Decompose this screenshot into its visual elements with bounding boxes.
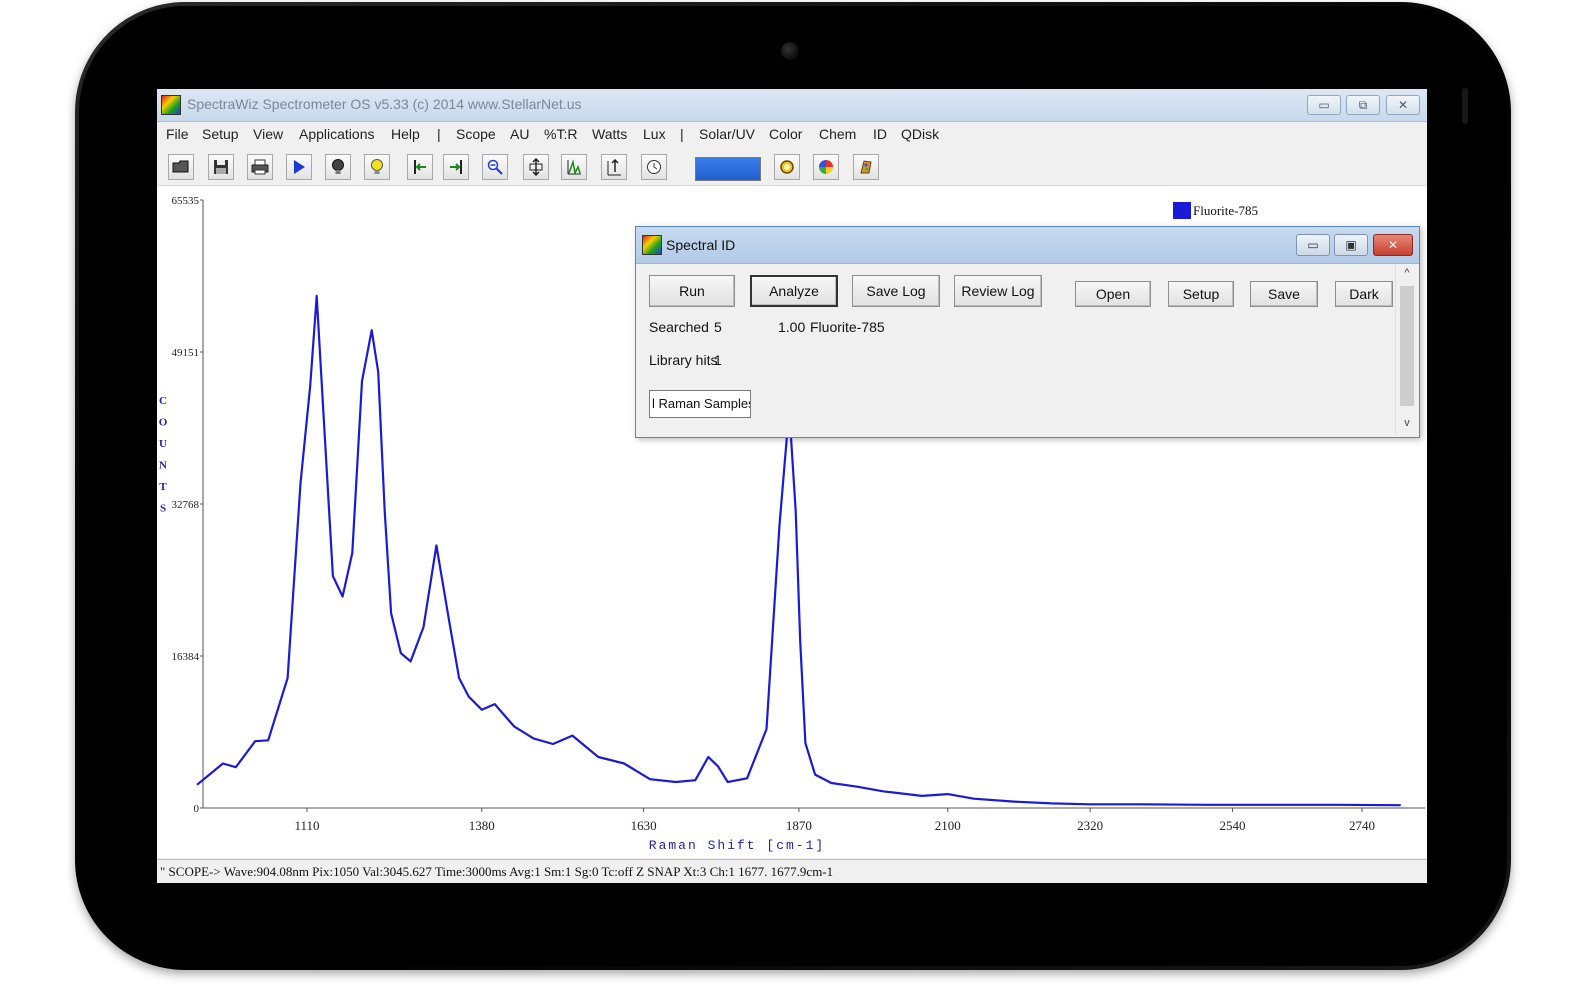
spectrawiz-logo-icon bbox=[161, 95, 181, 115]
menu-view[interactable]: View bbox=[253, 126, 283, 142]
legend-swatch bbox=[1173, 202, 1191, 219]
dialog-restore-button[interactable]: ▣ bbox=[1334, 234, 1368, 256]
menu-separator: | bbox=[680, 126, 684, 142]
run-button[interactable]: Run bbox=[649, 275, 735, 307]
x-tick-label: 2100 bbox=[935, 818, 961, 833]
y-axis-label-letter: C bbox=[159, 395, 167, 407]
library-field[interactable]: l Raman Samples bbox=[649, 390, 751, 418]
dialog-minimize-button[interactable]: ▭ bbox=[1296, 234, 1330, 256]
dialog-close-button[interactable]: ✕ bbox=[1373, 234, 1413, 256]
library-hits-value: 1 bbox=[714, 352, 722, 368]
dark-button[interactable]: Dark bbox=[1335, 281, 1393, 307]
scroll-thumb[interactable] bbox=[1400, 286, 1414, 406]
menu-scope[interactable]: Scope bbox=[456, 126, 496, 142]
open-folder-icon[interactable] bbox=[168, 154, 194, 180]
save-disk-icon[interactable] bbox=[208, 154, 234, 180]
x-tick-label: 2740 bbox=[1349, 818, 1375, 833]
x-tick-label: 2540 bbox=[1220, 818, 1246, 833]
scroll-down-icon[interactable]: v bbox=[1396, 414, 1418, 432]
tablet-side-button bbox=[1462, 88, 1468, 124]
menu-watts[interactable]: Watts bbox=[592, 126, 627, 142]
spectral-id-dialog: Spectral ID ▭ ▣ ✕ Run Analyze Save Log R… bbox=[635, 226, 1420, 438]
menu-applications[interactable]: Applications bbox=[299, 126, 375, 142]
y-axis-label-letter: T bbox=[159, 481, 167, 493]
clock-icon[interactable] bbox=[641, 154, 667, 180]
match-score: 1.00 bbox=[778, 319, 806, 335]
y-tick-label: 32768 bbox=[172, 499, 200, 511]
menu-lux[interactable]: Lux bbox=[643, 126, 666, 142]
menu-au[interactable]: AU bbox=[510, 126, 529, 142]
dialog-title: Spectral ID bbox=[666, 237, 736, 253]
dialog-titlebar: Spectral ID ▭ ▣ ✕ bbox=[636, 227, 1419, 264]
menu-color[interactable]: Color bbox=[769, 126, 802, 142]
menu-tr[interactable]: %T:R bbox=[544, 126, 577, 142]
y-tick-label: 65535 bbox=[172, 195, 200, 207]
y-tick-label: 49151 bbox=[172, 347, 200, 359]
menu-help[interactable]: Help bbox=[391, 126, 420, 142]
x-axis-label: Raman Shift [cm-1] bbox=[649, 838, 825, 853]
menu-separator: | bbox=[437, 126, 441, 142]
autoscale-y-icon[interactable] bbox=[523, 154, 549, 180]
marker-right-icon[interactable] bbox=[443, 154, 469, 180]
y-tick-label: 16384 bbox=[172, 651, 200, 663]
menu-id[interactable]: ID bbox=[873, 126, 887, 142]
peak-up-icon[interactable] bbox=[601, 154, 627, 180]
marker-left-icon[interactable] bbox=[407, 154, 433, 180]
minimize-button[interactable]: ▭ bbox=[1307, 95, 1341, 115]
spectrawiz-logo-icon bbox=[642, 235, 662, 255]
status-bar: " SCOPE-> Wave:904.08nm Pix:1050 Val:304… bbox=[157, 859, 1427, 883]
play-icon[interactable] bbox=[286, 154, 312, 180]
menu-bar: File Setup View Applications Help | Scop… bbox=[157, 122, 1427, 148]
window-title: SpectraWiz Spectrometer OS v5.33 (c) 201… bbox=[187, 96, 582, 112]
ring-icon[interactable] bbox=[774, 154, 800, 180]
color-wheel-icon[interactable] bbox=[813, 154, 839, 180]
bulb-dark-icon[interactable] bbox=[325, 154, 351, 180]
x-tick-label: 2320 bbox=[1077, 818, 1103, 833]
review-log-button[interactable]: Review Log bbox=[954, 275, 1042, 307]
y-axis-label-letter: O bbox=[159, 417, 168, 429]
menu-solar-uv[interactable]: Solar/UV bbox=[699, 126, 755, 142]
analyze-button[interactable]: Analyze bbox=[750, 275, 838, 307]
window-titlebar: SpectraWiz Spectrometer OS v5.33 (c) 201… bbox=[157, 89, 1427, 122]
menu-setup[interactable]: Setup bbox=[202, 126, 239, 142]
menu-qdisk[interactable]: QDisk bbox=[901, 126, 939, 142]
searched-value: 5 bbox=[714, 319, 722, 335]
searched-label: Searched bbox=[649, 319, 709, 335]
setup-button[interactable]: Setup bbox=[1168, 281, 1234, 307]
save-log-button[interactable]: Save Log bbox=[852, 275, 940, 307]
dialog-scrollbar[interactable]: ^ v bbox=[1395, 264, 1418, 435]
print-icon[interactable] bbox=[247, 154, 273, 180]
peak-icon[interactable] bbox=[561, 154, 587, 180]
legend-label: Fluorite-785 bbox=[1193, 203, 1258, 218]
x-tick-label: 1110 bbox=[294, 818, 319, 833]
y-axis-label-letter: U bbox=[159, 438, 167, 450]
camera-lens bbox=[781, 42, 799, 60]
x-tick-label: 1380 bbox=[469, 818, 495, 833]
menu-file[interactable]: File bbox=[166, 126, 189, 142]
save-button[interactable]: Save bbox=[1250, 281, 1318, 307]
y-axis-label-letter: S bbox=[160, 503, 166, 515]
bulb-light-icon[interactable] bbox=[364, 154, 390, 180]
close-button[interactable]: ✕ bbox=[1386, 95, 1420, 115]
restore-button[interactable]: ⧉ bbox=[1346, 95, 1380, 115]
match-name: Fluorite-785 bbox=[810, 319, 885, 335]
app-window: SpectraWiz Spectrometer OS v5.33 (c) 201… bbox=[157, 89, 1427, 883]
zoom-out-icon[interactable] bbox=[482, 154, 508, 180]
toolbar bbox=[157, 149, 1427, 186]
y-axis-label-letter: N bbox=[159, 460, 167, 472]
library-hits-label: Library hits bbox=[649, 352, 718, 368]
x-tick-label: 1870 bbox=[786, 818, 812, 833]
x-tick-label: 1630 bbox=[631, 818, 657, 833]
color-bar[interactable] bbox=[695, 157, 761, 181]
y-tick-label: 0 bbox=[194, 803, 200, 815]
scroll-up-icon[interactable]: ^ bbox=[1396, 264, 1418, 282]
open-button[interactable]: Open bbox=[1075, 281, 1151, 307]
status-text: " SCOPE-> Wave:904.08nm Pix:1050 Val:304… bbox=[160, 864, 834, 879]
menu-chem[interactable]: Chem bbox=[819, 126, 856, 142]
palette-icon[interactable] bbox=[853, 154, 879, 180]
